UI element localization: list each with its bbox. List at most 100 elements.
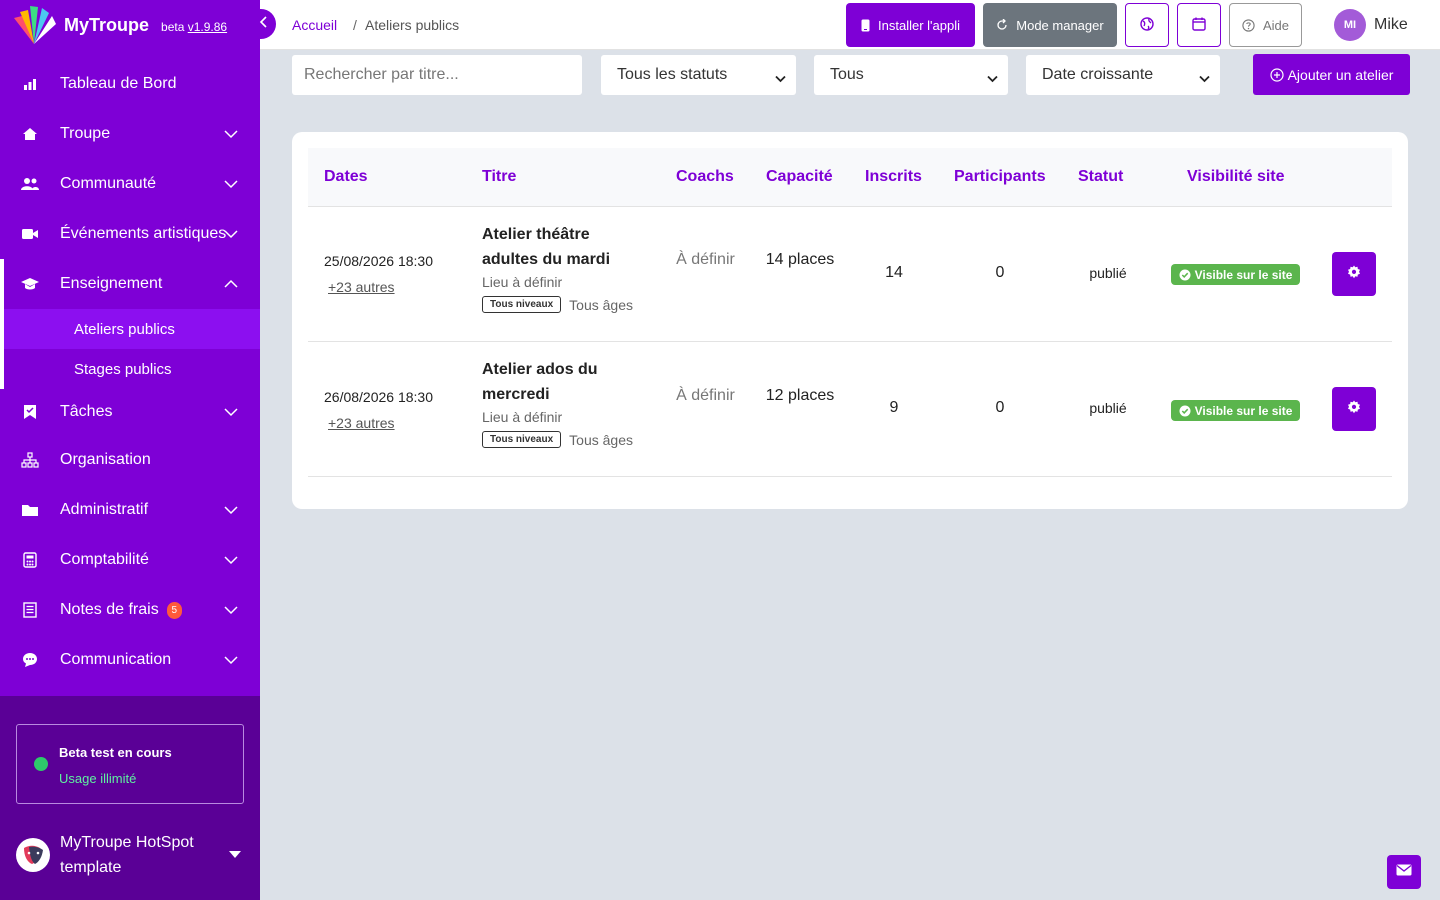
add-workshop-label: Ajouter un atelier: [1287, 66, 1394, 83]
row-participants: 0: [995, 264, 1005, 281]
plus-circle-icon: [1269, 67, 1284, 82]
sidebar-item-label: Communication: [60, 651, 172, 668]
sort-select-value: Date croissante: [1042, 66, 1154, 83]
status-select-value: Tous les statuts: [617, 66, 728, 83]
sidebar-item-enseignement[interactable]: Enseignement: [0, 259, 260, 309]
sidebar-item-troupe[interactable]: Troupe: [0, 109, 260, 159]
row-settings-button[interactable]: [1332, 252, 1376, 296]
column-header-visibilite[interactable]: Visibilité site: [1187, 168, 1285, 186]
sort-select[interactable]: Date croissante: [1026, 55, 1220, 95]
chevron-down-icon: [224, 404, 238, 422]
column-header-participants[interactable]: Participants: [954, 168, 1046, 186]
workshops-card: Dates Titre Coachs Capacité Inscrits Par…: [292, 132, 1408, 509]
user-menu[interactable]: MI Mike: [1334, 9, 1408, 41]
row-title-cell: Atelier ados du mercredi Lieu à définir …: [482, 357, 647, 448]
row-settings-button[interactable]: [1332, 387, 1376, 431]
row-date-cell: 26/08/2026 18:30 +23 autres: [324, 389, 433, 431]
manager-label: Mode manager: [1016, 17, 1104, 33]
row-capacity: 14 places: [765, 251, 835, 268]
level-select[interactable]: Tous: [814, 55, 1008, 95]
install-app-button[interactable]: Installer l'appli: [846, 3, 975, 47]
column-header-dates[interactable]: Dates: [324, 168, 368, 186]
brand[interactable]: MyTroupe beta v1.9.86: [0, 0, 260, 50]
workshop-title[interactable]: Atelier théâtre adultes du mardi: [482, 222, 647, 272]
version-link[interactable]: v1.9.86: [188, 20, 227, 34]
row-date: 26/08/2026 18:30: [324, 389, 433, 405]
sidebar-item-communication[interactable]: Communication: [0, 635, 260, 685]
users-icon: [20, 174, 40, 194]
sidebar-item-taches[interactable]: Tâches: [0, 389, 260, 435]
level-select-value: Tous: [830, 66, 864, 83]
search-input[interactable]: [292, 55, 582, 95]
sidebar-item-administratif[interactable]: Administratif: [0, 485, 260, 535]
more-dates-link[interactable]: +23 autres: [328, 279, 433, 295]
row-inscrits: 14: [885, 264, 903, 281]
ages-label: Tous âges: [569, 296, 633, 313]
calendar-button[interactable]: [1177, 3, 1221, 47]
contact-message-button[interactable]: [1387, 855, 1421, 889]
home-icon: [20, 124, 40, 144]
more-dates-link[interactable]: +23 autres: [328, 415, 433, 431]
organization-switcher[interactable]: MyTroupe HotSpot template: [16, 830, 244, 880]
sidebar-item-communaute[interactable]: Communauté: [0, 159, 260, 209]
sidebar-item-tableau-de-bord[interactable]: Tableau de Bord: [0, 59, 260, 109]
breadcrumb-home[interactable]: Accueil: [292, 17, 337, 33]
chevron-down-icon: [1199, 70, 1210, 88]
visibility-label: Visible sur le site: [1194, 267, 1293, 282]
sidebar-subitem-stages-publics[interactable]: Stages publics: [4, 349, 260, 389]
check-circle-icon: [1179, 269, 1191, 281]
ages-label: Tous âges: [569, 431, 633, 448]
row-participants: 0: [995, 399, 1005, 416]
chevron-down-icon: [224, 552, 238, 570]
collapse-sidebar-button[interactable]: [252, 9, 276, 39]
sidebar-item-comptabilite[interactable]: Comptabilité: [0, 535, 260, 585]
workshop-location: Lieu à définir: [482, 409, 563, 425]
chevron-left-icon: [259, 15, 269, 33]
row-coachs: À définir: [676, 387, 735, 404]
chevron-down-icon: [224, 602, 238, 620]
help-label: Aide: [1262, 17, 1290, 33]
level-tag: Tous niveaux: [482, 431, 562, 448]
user-name: Mike: [1374, 16, 1408, 33]
public-site-button[interactable]: [1125, 3, 1169, 47]
visibility-badge: Visible sur le site: [1171, 264, 1300, 285]
sidebar-item-label: Administratif: [60, 501, 149, 518]
manager-mode-button[interactable]: Mode manager: [983, 3, 1117, 47]
column-header-inscrits[interactable]: Inscrits: [865, 168, 922, 186]
status-dot: [34, 757, 48, 771]
sidebar-item-organisation[interactable]: Organisation: [0, 435, 260, 485]
mytroupe-logo-icon: [10, 4, 58, 46]
chevron-down-icon: [224, 176, 238, 194]
column-header-capacite[interactable]: Capacité: [766, 168, 833, 186]
column-header-titre[interactable]: Titre: [482, 168, 516, 186]
sidebar-item-notes-de-frais[interactable]: Notes de frais 5: [0, 585, 260, 635]
brand-name: MyTroupe: [64, 14, 150, 35]
status-select[interactable]: Tous les statuts: [601, 55, 796, 95]
workshop-title[interactable]: Atelier ados du mercredi: [482, 357, 647, 407]
breadcrumb-current: Ateliers publics: [365, 17, 460, 33]
sidebar-subitem-ateliers-publics[interactable]: Ateliers publics: [4, 309, 260, 349]
column-header-statut[interactable]: Statut: [1078, 168, 1123, 186]
gear-icon: [1347, 265, 1361, 284]
table-row[interactable]: 25/08/2026 18:30 +23 autres Atelier théâ…: [308, 207, 1392, 342]
breadcrumb-separator: /: [353, 17, 357, 33]
sidebar: MyTroupe beta v1.9.86 Tableau de Bord Tr…: [0, 0, 260, 900]
table-row[interactable]: 26/08/2026 18:30 +23 autres Atelier ados…: [308, 342, 1392, 477]
sidebar-item-label: Tableau de Bord: [60, 75, 177, 92]
sidebar-item-label: Notes de frais: [60, 601, 159, 618]
workshop-tags: Tous niveaux Tous âges: [482, 296, 647, 313]
visibility-badge: Visible sur le site: [1171, 400, 1300, 421]
sidebar-item-evenements-artistiques[interactable]: Événements artistiques: [0, 209, 260, 259]
org-name: MyTroupe HotSpot template: [60, 834, 194, 876]
beta-subtitle: Usage illimité: [59, 771, 137, 786]
help-button[interactable]: Aide: [1229, 3, 1302, 47]
table-header: Dates Titre Coachs Capacité Inscrits Par…: [308, 148, 1392, 207]
notes-count-badge: 5: [166, 601, 182, 619]
column-header-coachs[interactable]: Coachs: [676, 168, 734, 186]
video-icon: [20, 224, 40, 244]
sidebar-item-label: Tâches: [60, 403, 113, 420]
beta-label: beta: [161, 20, 185, 34]
sidebar-item-label: Enseignement: [60, 275, 163, 292]
add-workshop-button[interactable]: Ajouter un atelier: [1253, 54, 1410, 95]
sidebar-item-label: Organisation: [60, 451, 151, 468]
